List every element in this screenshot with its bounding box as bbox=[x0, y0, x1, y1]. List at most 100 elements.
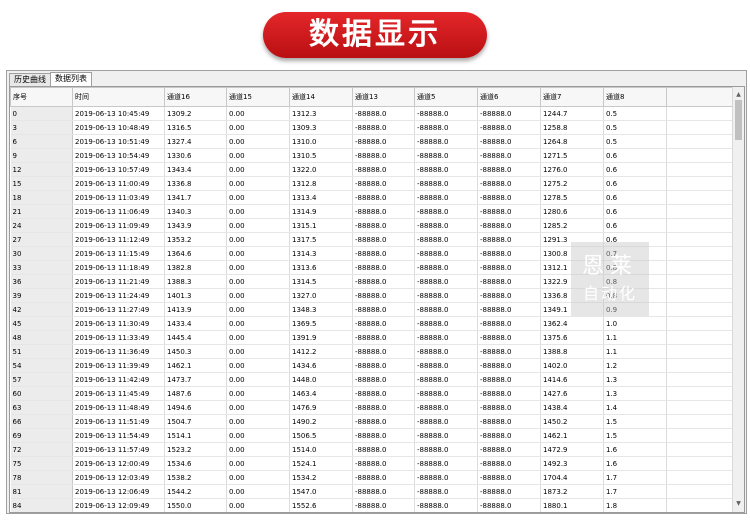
scrollbar-thumb[interactable] bbox=[735, 100, 742, 140]
row-index-cell: 60 bbox=[10, 386, 73, 401]
table-cell: 1534.2 bbox=[289, 470, 353, 485]
table-cell: 2019-06-13 12:06:49 bbox=[72, 484, 165, 499]
row-index-cell: 30 bbox=[10, 246, 73, 261]
table-row[interactable]: 84 2019-06-13 12:09:49 1550.0 0.00 1552.6 -88… bbox=[10, 498, 734, 512]
table-cell: -88888.0 bbox=[414, 120, 478, 135]
table-cell: 1414.6 bbox=[540, 372, 604, 387]
table-cell-empty bbox=[666, 246, 734, 261]
table-cell: 1310.0 bbox=[289, 134, 353, 149]
table-cell: 2019-06-13 11:15:49 bbox=[72, 246, 165, 261]
table-row[interactable]: 63 2019-06-13 11:48:49 1494.6 0.00 1476.9 -88… bbox=[10, 400, 734, 415]
table-cell: -88888.0 bbox=[477, 330, 541, 345]
column-header[interactable]: 通道16 bbox=[164, 87, 227, 107]
table-cell: 1434.6 bbox=[289, 358, 353, 373]
row-index-cell: 36 bbox=[10, 274, 73, 289]
column-header[interactable]: 时间 bbox=[72, 87, 165, 107]
table-cell: 2019-06-13 11:18:49 bbox=[72, 260, 165, 275]
table-row[interactable]: 3 2019-06-13 10:48:49 1316.5 0.00 1309.3 -888… bbox=[10, 120, 734, 135]
table-cell: 2019-06-13 11:45:49 bbox=[72, 386, 165, 401]
table-cell: 1313.6 bbox=[289, 260, 353, 275]
column-header[interactable]: 通道7 bbox=[540, 87, 604, 107]
tab-data-list[interactable]: 数据列表 bbox=[50, 72, 92, 86]
table-row[interactable]: 24 2019-06-13 11:09:49 1343.9 0.00 1315.1 -88… bbox=[10, 218, 734, 233]
table-cell: -88888.0 bbox=[414, 372, 478, 387]
table-cell: 2019-06-13 11:00:49 bbox=[72, 176, 165, 191]
scroll-down-arrow-icon[interactable]: ▼ bbox=[733, 498, 744, 510]
table-row[interactable]: 60 2019-06-13 11:45:49 1487.6 0.00 1463.4 -88… bbox=[10, 386, 734, 401]
table-row[interactable]: 66 2019-06-13 11:51:49 1504.7 0.00 1490.2 -88… bbox=[10, 414, 734, 429]
table-cell: 1278.5 bbox=[540, 190, 604, 205]
table-cell: 2019-06-13 11:21:49 bbox=[72, 274, 165, 289]
table-cell: 1276.0 bbox=[540, 162, 604, 177]
table-cell: 0.00 bbox=[226, 302, 290, 317]
table-cell: 0.00 bbox=[226, 442, 290, 457]
table-row[interactable]: 78 2019-06-13 12:03:49 1538.2 0.00 1534.2 -88… bbox=[10, 470, 734, 485]
table-row[interactable]: 57 2019-06-13 11:42:49 1473.7 0.00 1448.0 -88… bbox=[10, 372, 734, 387]
table-row[interactable]: 0 2019-06-13 10:45:49 1309.2 0.00 1312.3 -888… bbox=[10, 106, 734, 121]
table-cell: -88888.0 bbox=[352, 414, 415, 429]
row-index-cell: 45 bbox=[10, 316, 73, 331]
table-cell: -88888.0 bbox=[414, 106, 478, 121]
table-cell: 1.5 bbox=[603, 428, 667, 443]
table-row[interactable]: 48 2019-06-13 11:33:49 1445.4 0.00 1391.9 -88… bbox=[10, 330, 734, 345]
column-header[interactable] bbox=[666, 87, 734, 107]
table-cell: 2019-06-13 10:51:49 bbox=[72, 134, 165, 149]
table-cell: -88888.0 bbox=[477, 442, 541, 457]
tab-history-curve[interactable]: 历史曲线 bbox=[9, 73, 51, 87]
table-row[interactable]: 75 2019-06-13 12:00:49 1534.6 0.00 1524.1 -88… bbox=[10, 456, 734, 471]
row-index-cell: 72 bbox=[10, 442, 73, 457]
table-cell-empty bbox=[666, 442, 734, 457]
row-index-cell: 12 bbox=[10, 162, 73, 177]
table-cell: 1450.3 bbox=[164, 344, 227, 359]
table-cell: -88888.0 bbox=[352, 330, 415, 345]
table-row[interactable]: 6 2019-06-13 10:51:49 1327.4 0.00 1310.0 -888… bbox=[10, 134, 734, 149]
table-row[interactable]: 54 2019-06-13 11:39:49 1462.1 0.00 1434.6 -88… bbox=[10, 358, 734, 373]
table-row[interactable]: 45 2019-06-13 11:30:49 1433.4 0.00 1369.5 -88… bbox=[10, 316, 734, 331]
table-cell: 1523.2 bbox=[164, 442, 227, 457]
vertical-scrollbar[interactable]: ▲ ▼ bbox=[732, 87, 744, 512]
table-cell-empty bbox=[666, 414, 734, 429]
table-cell: -88888.0 bbox=[477, 162, 541, 177]
table-row[interactable]: 18 2019-06-13 11:03:49 1341.7 0.00 1313.4 -88… bbox=[10, 190, 734, 205]
table-cell: -88888.0 bbox=[414, 358, 478, 373]
table-row[interactable]: 9 2019-06-13 10:54:49 1330.6 0.00 1310.5 -888… bbox=[10, 148, 734, 163]
table-cell: -88888.0 bbox=[352, 162, 415, 177]
table-cell-empty bbox=[666, 120, 734, 135]
table-row[interactable]: 69 2019-06-13 11:54:49 1514.1 0.00 1506.5 -88… bbox=[10, 428, 734, 443]
table-cell: 0.00 bbox=[226, 204, 290, 219]
row-index-cell: 9 bbox=[10, 148, 73, 163]
table-cell-empty bbox=[666, 372, 734, 387]
column-header[interactable]: 通道14 bbox=[289, 87, 353, 107]
table-cell: 0.00 bbox=[226, 148, 290, 163]
table-cell: 1448.0 bbox=[289, 372, 353, 387]
column-header[interactable]: 通道6 bbox=[477, 87, 541, 107]
table-row[interactable]: 81 2019-06-13 12:06:49 1544.2 0.00 1547.0 -88… bbox=[10, 484, 734, 499]
table-cell-empty bbox=[666, 386, 734, 401]
table-cell: 1462.1 bbox=[540, 428, 604, 443]
column-header[interactable]: 通道13 bbox=[352, 87, 415, 107]
table-row[interactable]: 21 2019-06-13 11:06:49 1340.3 0.00 1314.9 -88… bbox=[10, 204, 734, 219]
column-header[interactable]: 通道8 bbox=[603, 87, 667, 107]
table-cell: 1343.9 bbox=[164, 218, 227, 233]
table-cell: -88888.0 bbox=[414, 456, 478, 471]
table-cell: -88888.0 bbox=[414, 134, 478, 149]
table-cell: 1369.5 bbox=[289, 316, 353, 331]
table-cell-empty bbox=[666, 148, 734, 163]
column-header[interactable]: 序号 bbox=[10, 87, 73, 107]
table-row[interactable]: 12 2019-06-13 10:57:49 1343.4 0.00 1322.0 -88… bbox=[10, 162, 734, 177]
table-cell: 1490.2 bbox=[289, 414, 353, 429]
table-row[interactable]: 72 2019-06-13 11:57:49 1523.2 0.00 1514.0 -88… bbox=[10, 442, 734, 457]
table-row[interactable]: 15 2019-06-13 11:00:49 1336.8 0.00 1312.8 -88… bbox=[10, 176, 734, 191]
table-cell-empty bbox=[666, 288, 734, 303]
column-header[interactable]: 通道5 bbox=[414, 87, 478, 107]
table-cell: 1433.4 bbox=[164, 316, 227, 331]
table-cell: -88888.0 bbox=[414, 414, 478, 429]
row-index-cell: 69 bbox=[10, 428, 73, 443]
table-cell: -88888.0 bbox=[414, 288, 478, 303]
table-cell: 0.6 bbox=[603, 162, 667, 177]
table-cell: 2019-06-13 11:09:49 bbox=[72, 218, 165, 233]
table-cell: 2019-06-13 11:36:49 bbox=[72, 344, 165, 359]
table-row[interactable]: 51 2019-06-13 11:36:49 1450.3 0.00 1412.2 -88… bbox=[10, 344, 734, 359]
column-header[interactable]: 通道15 bbox=[226, 87, 290, 107]
table-cell: 1873.2 bbox=[540, 484, 604, 499]
